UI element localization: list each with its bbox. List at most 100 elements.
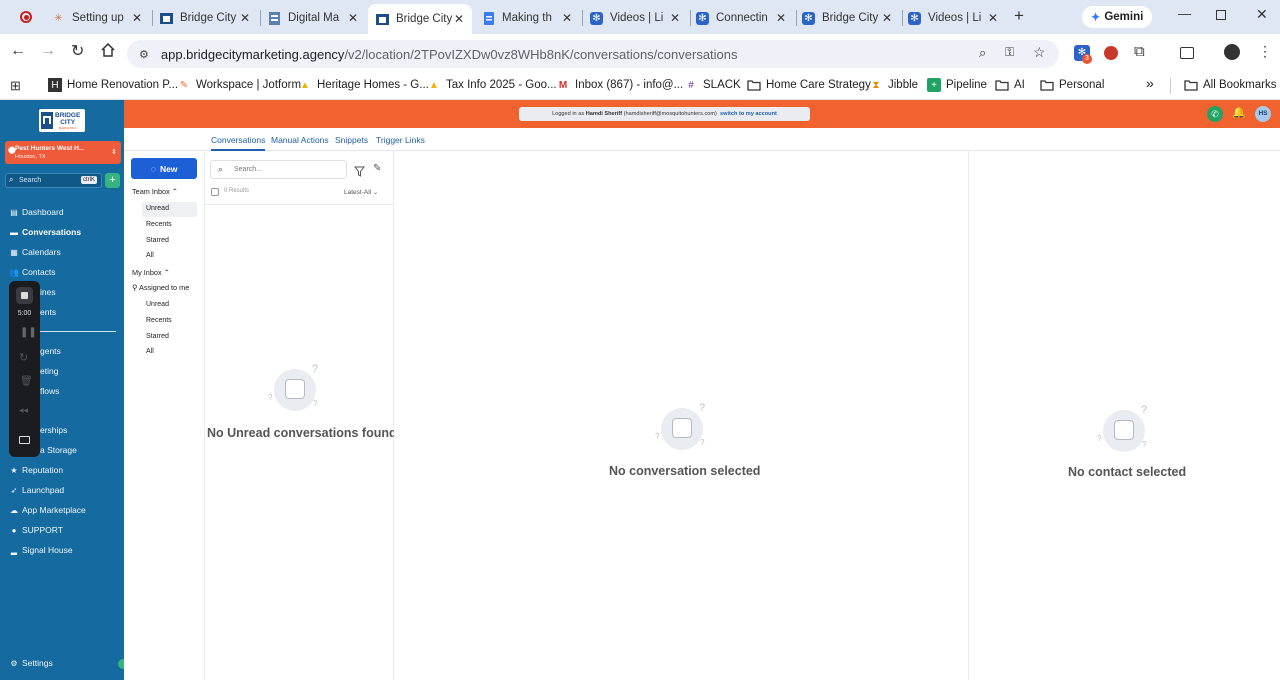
camera-icon[interactable] [19, 436, 30, 444]
team-inbox-header[interactable]: Team Inbox ⌃ [132, 187, 178, 196]
minimize-button[interactable]: — [1178, 6, 1191, 21]
restart-icon[interactable]: ↻ [19, 351, 28, 364]
bell-icon[interactable]: 🔔 [1232, 106, 1246, 119]
restore-button[interactable] [1216, 10, 1226, 20]
bookmark-2[interactable]: ▲ Heritage Homes - G... [298, 78, 429, 92]
bookmark-7[interactable]: ⧗ Jibble [869, 78, 918, 92]
switch-account-link[interactable]: switch to my account [720, 111, 777, 117]
more-bookmarks-button[interactable]: » [1146, 75, 1154, 91]
compose-icon[interactable]: ✎ [373, 163, 381, 174]
bookmark-1[interactable]: ✎ Workspace | Jotform [177, 78, 301, 92]
bookmark-3[interactable]: ▲ Tax Info 2025 - Goo... [427, 78, 557, 92]
user-avatar[interactable]: HS [1255, 106, 1271, 122]
extension2-icon[interactable] [1104, 46, 1118, 60]
team-unread[interactable]: Unread [146, 205, 169, 212]
browser-tab-6[interactable]: ✻ Connectin ✕ [696, 6, 792, 30]
trash-icon[interactable]: 🗑 [20, 376, 33, 387]
team-starred[interactable]: Starred [146, 237, 169, 244]
nav-memberships[interactable]: erships [40, 425, 67, 435]
gemini-button[interactable]: ✦ Gemini [1082, 6, 1152, 28]
close-icon[interactable]: ✕ [454, 12, 464, 26]
browser-tab-8[interactable]: ✻ Videos | Li ✕ [908, 6, 1004, 30]
location-switcher[interactable]: ⬤ Pest Hunters West H... Houston, TX ⇕ [5, 141, 121, 164]
browser-tab-0[interactable]: ✳ Setting up ✕ [52, 6, 148, 30]
sort-dropdown[interactable]: Latest-All ⌄ [344, 188, 378, 196]
tab-manual-actions[interactable]: Manual Actions [271, 135, 329, 145]
bookmark-6[interactable]: Home Care Strategy [747, 78, 871, 92]
puzzle-icon[interactable]: ⧉ [1134, 43, 1145, 60]
nav-ai-agents[interactable]: gents [40, 346, 61, 356]
nav-calendars[interactable]: ▦ Calendars [9, 247, 61, 257]
stop-button[interactable] [16, 287, 33, 304]
phone-button[interactable]: ✆ [1207, 106, 1223, 122]
nav-conversations[interactable]: ▬ Conversations [9, 227, 81, 237]
reload-icon[interactable]: ↻ [71, 41, 84, 61]
close-icon[interactable]: ✕ [132, 11, 142, 25]
bookmark-5[interactable]: # SLACK [684, 78, 741, 92]
nav-media-storage[interactable]: a Storage [40, 445, 77, 455]
new-conversation-button[interactable]: ◌ New [131, 158, 197, 179]
nav-dashboard[interactable]: ▤ Dashboard [9, 207, 63, 217]
nav-payments[interactable]: ents [40, 307, 56, 317]
zoom-icon[interactable]: ⌕ [979, 45, 986, 61]
nav-reputation[interactable]: ★ Reputation [9, 465, 63, 475]
nav-marketing[interactable]: eting [40, 366, 58, 376]
back-icon[interactable]: ← [10, 42, 26, 60]
all-bookmarks[interactable]: All Bookmarks [1184, 78, 1277, 92]
draw-icon[interactable]: ◂◂ [19, 405, 28, 416]
bookmark-10[interactable]: Personal [1040, 78, 1104, 92]
team-all[interactable]: All [146, 252, 154, 259]
site-settings-icon[interactable]: ⚙ [139, 48, 149, 61]
home-icon[interactable] [101, 42, 115, 57]
bookmark-8[interactable]: + Pipeline [927, 78, 987, 92]
new-tab-button[interactable]: + [1014, 6, 1024, 26]
close-icon[interactable]: ✕ [240, 11, 250, 25]
browser-tab-1[interactable]: Bridge City ✕ [160, 6, 256, 30]
my-unread[interactable]: Unread [146, 301, 169, 308]
nav-app-marketplace[interactable]: ☁ App Marketplace [9, 505, 86, 515]
profile-avatar[interactable] [1224, 44, 1240, 60]
tab-snippets[interactable]: Snippets [335, 135, 368, 145]
bookmark-9[interactable]: AI [995, 78, 1025, 92]
nav-automation[interactable]: flows [40, 386, 59, 396]
team-recents[interactable]: Recents [146, 221, 172, 228]
browser-tab-3[interactable]: Bridge City ✕ [368, 4, 472, 34]
nav-opportunities[interactable]: ines [40, 287, 56, 297]
close-icon[interactable]: ✕ [882, 11, 892, 25]
close-icon[interactable]: ✕ [776, 11, 786, 25]
browser-tab-7[interactable]: ✻ Bridge City ✕ [802, 6, 898, 30]
nav-settings[interactable]: ⚙ Settings [9, 658, 52, 668]
tab-trigger-links[interactable]: Trigger Links [376, 135, 425, 145]
my-inbox-header[interactable]: My Inbox ⌃ [132, 268, 170, 277]
close-icon[interactable]: ✕ [562, 11, 572, 25]
forward-icon[interactable]: → [40, 42, 56, 60]
bookmark-0[interactable]: H Home Renovation P... [48, 78, 178, 92]
filter-icon[interactable] [353, 164, 366, 177]
apps-icon[interactable]: ⊞ [10, 78, 21, 94]
browser-tab-5[interactable]: ✻ Videos | Li ✕ [590, 6, 686, 30]
extension-icon[interactable]: ✻ 3 [1074, 45, 1092, 64]
record-icon[interactable] [20, 11, 32, 23]
close-icon[interactable]: ✕ [988, 11, 998, 25]
nav-support[interactable]: ● SUPPORT [9, 525, 63, 535]
nav-launchpad[interactable]: ➶ Launchpad [9, 485, 64, 495]
menu-icon[interactable]: ⋮ [1258, 43, 1272, 60]
browser-tab-4[interactable]: Making th ✕ [482, 6, 578, 30]
browser-tab-2[interactable]: Digital Ma ✕ [268, 6, 364, 30]
quick-add-button[interactable]: + [105, 173, 120, 188]
company-logo[interactable]: BRIDGE CITY MARKETING [39, 109, 85, 132]
assigned-to-me[interactable]: ⚲ Assigned to me [132, 283, 189, 292]
nav-signal-house[interactable]: ▂ Signal House [9, 545, 73, 555]
my-all[interactable]: All [146, 348, 154, 355]
pause-icon[interactable]: ❚❚ [20, 327, 37, 338]
sidebar-search[interactable]: ⌕ Search ctrlK [5, 173, 102, 188]
conversation-search[interactable]: ⌕ Search... [210, 160, 347, 179]
star-icon[interactable]: ☆ [1033, 44, 1046, 61]
select-all-checkbox[interactable] [211, 188, 219, 196]
my-recents[interactable]: Recents [146, 317, 172, 324]
tab-conversations[interactable]: Conversations [211, 135, 266, 151]
close-icon[interactable]: ✕ [670, 11, 680, 25]
close-icon[interactable]: ✕ [348, 11, 358, 25]
my-starred[interactable]: Starred [146, 333, 169, 340]
key-icon[interactable]: ⚿ [1005, 45, 1014, 60]
